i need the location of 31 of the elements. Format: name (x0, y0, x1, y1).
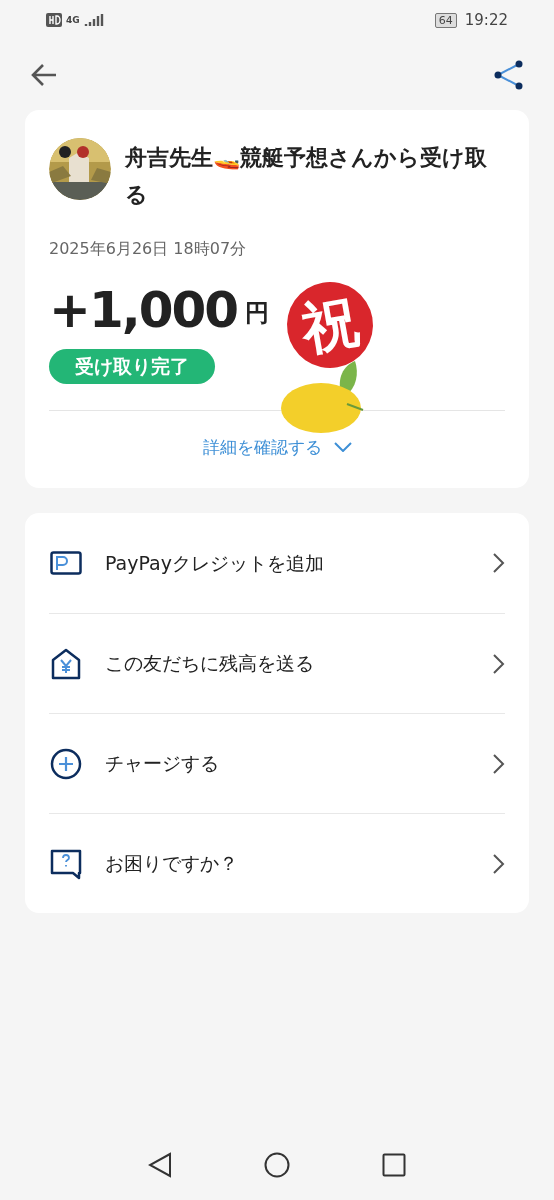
action-label: お困りですか？ (105, 851, 239, 877)
chevron-right-icon (493, 753, 505, 774)
action-row[interactable]: チャージする (49, 713, 505, 813)
currency-unit: 円 (245, 298, 270, 329)
chevron-right-icon (493, 853, 505, 874)
nav-recents-button[interactable] (382, 1153, 406, 1177)
action-label: この友だちに残高を送る (105, 651, 315, 677)
nav-back-button[interactable] (148, 1152, 172, 1178)
battery-level: 64 (434, 12, 457, 28)
chevron-right-icon (493, 553, 505, 573)
hd-icon (46, 13, 62, 27)
transaction-title: 舟吉先生🚤競艇予想さんから受け取る (125, 144, 488, 209)
details-link[interactable]: 詳細を確認する (202, 434, 352, 460)
card-icon (50, 551, 82, 575)
clock: 19:22 (464, 9, 508, 31)
amount: +1,000 (49, 285, 238, 335)
help-bubble-icon (50, 847, 82, 880)
nav-home-button[interactable] (264, 1152, 290, 1178)
action-row[interactable]: この友だちに残高を送る (49, 613, 505, 713)
house-yen-icon (50, 647, 82, 680)
chevron-right-icon (493, 653, 505, 674)
signal-icon (83, 13, 104, 27)
action-label: チャージする (105, 751, 220, 777)
chevron-down-icon (333, 442, 352, 453)
action-row[interactable]: PayPayクレジットを追加 (49, 513, 505, 613)
action-label: PayPayクレジットを追加 (105, 550, 325, 576)
transaction-datetime: 2025年6月26日 18時07分 (49, 238, 248, 260)
status-badge: 受け取り完了 (49, 349, 215, 384)
network-type: 4G (66, 15, 80, 25)
action-row[interactable]: お困りですか？ (49, 813, 505, 913)
plus-circle-icon (50, 747, 82, 780)
